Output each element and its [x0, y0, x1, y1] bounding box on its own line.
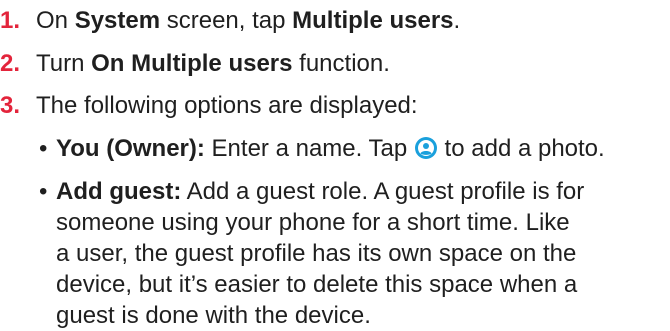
user-avatar-icon: [414, 136, 438, 160]
instructions-document: 1. On System screen, tap Multiple users. …: [0, 0, 670, 329]
bullet-add-guest: • Add guest: Add a guest role. A guest p…: [39, 176, 584, 331]
bullet-text: to add a photo.: [437, 135, 605, 162]
step-number: 3.: [0, 92, 21, 119]
step-1: 1. On System screen, tap Multiple users.: [0, 7, 460, 35]
step-bold-text: System: [74, 7, 161, 34]
step-text: screen, tap: [160, 7, 293, 34]
bullet-first-line: You (Owner): Enter a name. Tap to add a …: [56, 133, 605, 164]
bullet-you-owner: • You (Owner): Enter a name. Tap to add …: [39, 133, 605, 164]
step-text: Turn: [36, 50, 92, 77]
bullet-text-line: guest is done with the device.: [56, 302, 371, 329]
step-2: 2. Turn On Multiple users function.: [0, 50, 390, 78]
bullet-text-line: someone using your phone for a short tim…: [56, 209, 570, 236]
step-text: The following options are displayed:: [36, 92, 418, 119]
bullet-dot: •: [39, 178, 48, 205]
step-text: On: [36, 7, 75, 34]
step-3: 3. The following options are displayed:: [0, 92, 418, 120]
bullet-dot: •: [39, 135, 48, 162]
bullet-label: You (Owner):: [56, 135, 205, 162]
bullet-first-line: Add guest: Add a guest role. A guest pro…: [56, 176, 584, 207]
step-number: 1.: [0, 7, 21, 34]
step-bold-text: On Multiple users: [91, 50, 293, 77]
step-bold-text: Multiple users: [292, 7, 454, 34]
bullet-text-line: a user, the guest profile has its own sp…: [56, 240, 577, 267]
step-text: .: [453, 7, 461, 34]
bullet-text: Enter a name. Tap: [204, 135, 414, 162]
bullet-text: Add a guest role. A guest profile is for: [181, 178, 585, 205]
step-number: 2.: [0, 50, 21, 77]
step-text: function.: [292, 50, 390, 77]
bullet-label: Add guest:: [56, 178, 182, 205]
bullet-text-line: device, but it’s easier to delete this s…: [56, 271, 578, 298]
